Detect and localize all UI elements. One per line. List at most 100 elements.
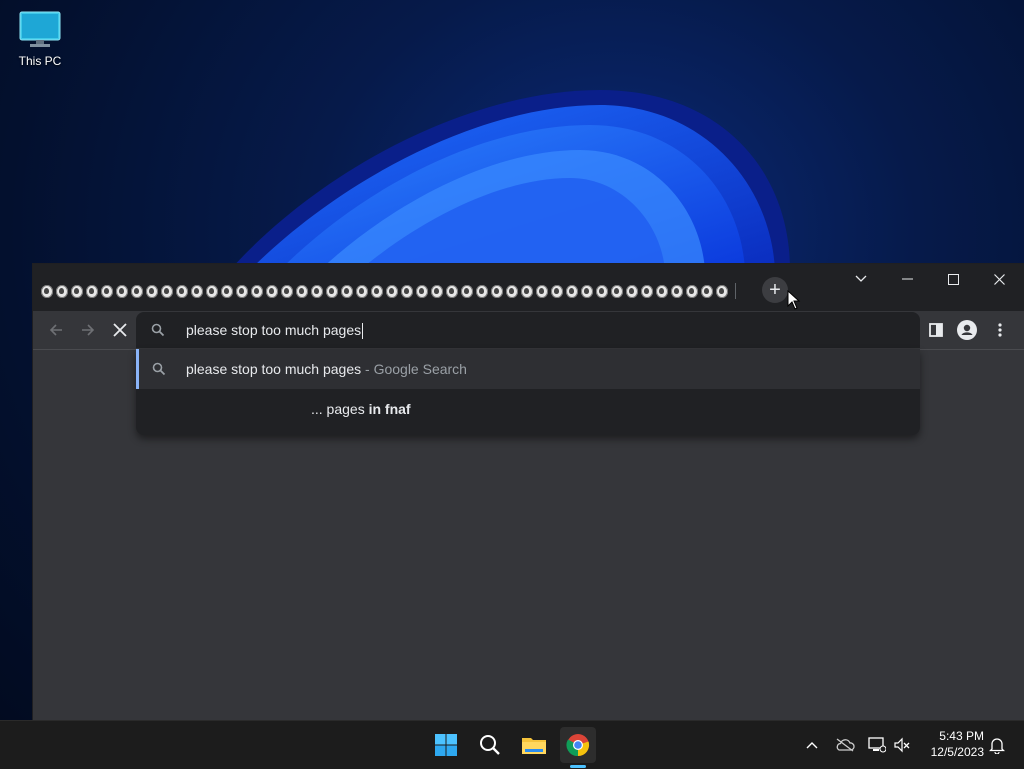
search-icon [151,323,165,337]
side-panel-icon [929,323,943,337]
tab-favicon[interactable] [581,284,593,298]
tab-favicon[interactable] [131,284,143,298]
tab-favicon[interactable] [251,284,263,298]
tab-favicon[interactable] [161,284,173,298]
tab-favicon[interactable] [266,284,278,298]
chrome-icon [566,734,590,757]
tab-favicon[interactable] [716,284,728,298]
mouse-cursor-icon [787,290,801,310]
tab-favicon[interactable] [701,284,713,298]
onedrive-tray-button[interactable] [833,733,857,757]
close-icon [113,323,127,337]
tab-favicon[interactable] [686,284,698,298]
tab-favicon[interactable] [356,284,368,298]
tab-favicon[interactable] [551,284,563,298]
tab-favicon[interactable] [536,284,548,298]
side-panel-button[interactable] [925,319,947,341]
tab-favicon[interactable] [41,284,53,298]
tab-favicon[interactable] [326,284,338,298]
tab-favicon[interactable] [671,284,683,298]
tab-favicon[interactable] [656,284,668,298]
tab-favicon[interactable] [176,284,188,298]
search-icon [152,362,166,376]
suggestion-item[interactable]: please stop too much pages - Google Sear… [136,349,920,389]
tab-favicon[interactable] [296,284,308,298]
tab-favicon[interactable] [431,284,443,298]
tab-favicon[interactable] [611,284,623,298]
suggestion-separator: - [361,361,374,377]
clock-date: 12/5/2023 [930,745,984,759]
suggestion-source: Google Search [373,361,467,377]
tab-strip [41,281,736,301]
tab-favicon[interactable] [341,284,353,298]
forward-button[interactable] [75,317,101,343]
desktop-icon-label: This PC [18,54,62,68]
tab-favicon[interactable] [71,284,83,298]
kebab-menu-icon [998,323,1002,337]
address-input[interactable]: please stop too much pages [186,312,886,348]
tab-favicon[interactable] [206,284,218,298]
suggestion-query: please stop too much pages [186,361,362,377]
toolbar: please stop too much pages [33,311,1024,350]
minimize-icon [901,278,913,280]
file-explorer-button[interactable] [516,727,552,763]
desktop-icon-this-pc[interactable]: This PC [12,10,68,68]
volume-muted-icon [894,737,910,753]
profile-button[interactable] [956,319,978,341]
close-window-button[interactable] [976,264,1022,294]
tab-favicon[interactable] [641,284,653,298]
notifications-button[interactable] [985,733,1009,757]
cloud-offline-icon [836,738,855,752]
tab-favicon[interactable] [626,284,638,298]
tab-favicon[interactable] [416,284,428,298]
tab-favicon[interactable] [116,284,128,298]
minimize-button[interactable] [884,264,930,294]
network-tray-button[interactable] [865,733,889,757]
tab-favicon[interactable] [311,284,323,298]
tab-favicon[interactable] [386,284,398,298]
tab-favicon[interactable] [371,284,383,298]
stop-loading-button[interactable] [107,317,133,343]
suggestion-item[interactable]: ... pages in fnaf [136,389,920,429]
tab-search-button[interactable] [838,264,884,294]
tab-favicon[interactable] [191,284,203,298]
new-tab-button[interactable]: + [762,277,788,303]
tab-favicon[interactable] [146,284,158,298]
tab-favicon[interactable] [521,284,533,298]
tab-favicon[interactable] [221,284,233,298]
tab-favicon[interactable] [101,284,113,298]
tab-favicon[interactable] [476,284,488,298]
tab-favicon[interactable] [56,284,68,298]
maximize-icon [947,273,959,285]
chrome-taskbar-button[interactable] [560,727,596,763]
taskbar-search-button[interactable] [472,727,508,763]
tab-favicon[interactable] [236,284,248,298]
volume-tray-button[interactable] [890,733,914,757]
tab-favicon[interactable] [596,284,608,298]
suggestion-text: please stop too much pages - Google Sear… [186,349,467,389]
bell-icon [989,738,1005,754]
arrow-left-icon [49,324,62,336]
address-bar[interactable]: please stop too much pages [136,312,920,348]
selection-indicator [136,349,139,389]
show-hidden-icons-button[interactable] [800,733,824,757]
tab-favicon[interactable] [281,284,293,298]
menu-button[interactable] [989,319,1011,341]
tab-favicon[interactable] [401,284,413,298]
suggestion-completion: in fnaf [368,401,411,417]
plus-icon: + [769,279,781,301]
taskbar: 5:43 PM 12/5/2023 [0,720,1024,769]
taskbar-clock[interactable]: 5:43 PM 12/5/2023 [918,728,984,760]
tab-favicon[interactable] [506,284,518,298]
chevron-down-icon [855,275,867,282]
tab-favicon[interactable] [86,284,98,298]
tab-favicon[interactable] [491,284,503,298]
start-button[interactable] [428,727,464,763]
profile-icon [957,320,977,340]
tab-favicon[interactable] [446,284,458,298]
maximize-button[interactable] [930,264,976,294]
file-explorer-icon [522,738,546,754]
tab-favicon[interactable] [566,284,578,298]
tab-favicon[interactable] [461,284,473,298]
back-button[interactable] [43,317,69,343]
